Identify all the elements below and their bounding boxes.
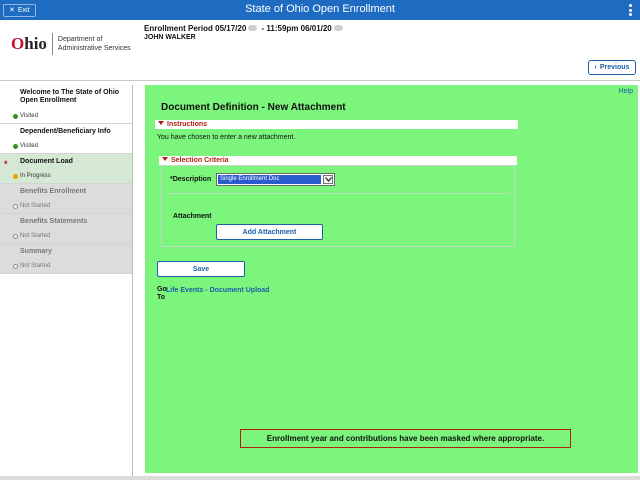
main-content: Help Document Definition - New Attachmen… xyxy=(145,85,638,473)
sidebar-item-dependent[interactable]: Dependent/Beneficiary Info Visited xyxy=(0,124,132,154)
help-link[interactable]: Help xyxy=(619,88,633,95)
status-not-started-icon xyxy=(13,204,18,209)
top-bar: ✕ Exit State of Ohio Open Enrollment xyxy=(0,0,640,20)
collapse-triangle-icon xyxy=(162,157,168,161)
divider xyxy=(167,193,509,194)
sidebar-item-document-load[interactable]: * Document Load In Progress xyxy=(0,154,132,184)
attachment-label: Attachment xyxy=(173,213,212,220)
status-visited-icon xyxy=(13,144,18,149)
ohio-logo: Ohio Department of Administrative Servic… xyxy=(11,33,131,55)
logo-text: Ohio xyxy=(11,34,47,53)
chevron-down-icon xyxy=(323,175,333,184)
selection-criteria-header[interactable]: Selection Criteria xyxy=(159,156,517,165)
add-attachment-button[interactable]: Add Attachment xyxy=(216,224,323,240)
status-not-started-icon xyxy=(13,264,18,269)
description-selected-value: Single Enrollment Doc xyxy=(218,175,321,184)
sidebar-item-benefits-enrollment: Benefits Enrollment Not Started xyxy=(0,184,132,214)
enrollment-period: Enrollment Period 05/17/20 - 11:59pm 06/… xyxy=(144,24,345,33)
save-button[interactable]: Save xyxy=(157,261,245,277)
status-in-progress-icon xyxy=(13,174,18,179)
status-visited-icon xyxy=(13,114,18,119)
logo-department: Department of Administrative Services xyxy=(57,36,131,52)
header: Ohio Department of Administrative Servic… xyxy=(0,20,640,81)
more-options-icon[interactable] xyxy=(627,4,633,16)
sidebar-item-summary: Summary Not Started xyxy=(0,244,132,274)
instructions-text: You have chosen to enter a new attachmen… xyxy=(157,134,296,141)
masked-value xyxy=(248,25,258,31)
instructions-section-header[interactable]: Instructions xyxy=(155,120,518,129)
description-select[interactable]: Single Enrollment Doc xyxy=(216,173,335,186)
collapse-triangle-icon xyxy=(158,121,164,125)
sidebar-item-welcome[interactable]: Welcome to The State of Ohio Open Enroll… xyxy=(0,85,132,124)
sidebar: Welcome to The State of Ohio Open Enroll… xyxy=(0,85,133,480)
sidebar-item-benefits-statements: Benefits Statements Not Started xyxy=(0,214,132,244)
masked-notice: Enrollment year and contributions have b… xyxy=(240,429,571,448)
life-events-document-upload-link[interactable]: Life Events - Document Upload xyxy=(166,287,269,294)
employee-name: JOHN WALKER xyxy=(144,34,196,41)
previous-label: Previous xyxy=(599,64,630,71)
description-label: *Description xyxy=(170,176,212,183)
app-title: State of Ohio Open Enrollment xyxy=(245,3,395,15)
chevron-left-icon: ‹ xyxy=(594,64,597,71)
page-title: Document Definition - New Attachment xyxy=(161,102,346,113)
current-step-star-icon: * xyxy=(4,159,8,169)
bottom-strip xyxy=(0,476,640,480)
selection-criteria-panel xyxy=(161,165,515,247)
masked-value xyxy=(333,25,343,31)
previous-button[interactable]: ‹ Previous xyxy=(588,60,636,75)
status-not-started-icon xyxy=(13,234,18,239)
logo-divider xyxy=(51,33,53,55)
